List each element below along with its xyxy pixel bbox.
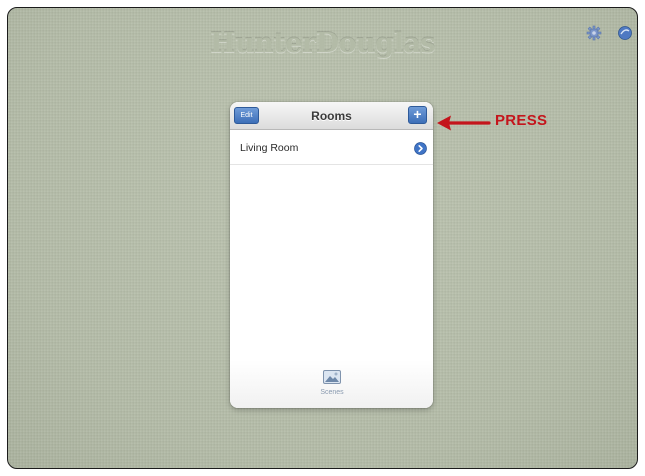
gear-icon[interactable] (586, 25, 602, 41)
room-name: Living Room (240, 142, 299, 154)
scenes-picture-icon (323, 370, 341, 384)
chevron-right-circle-icon[interactable] (414, 142, 427, 155)
arrow-left-icon (437, 115, 491, 131)
brand-logo: HunterDouglas (209, 28, 436, 59)
tab-scenes[interactable]: Scenes (306, 370, 358, 406)
panel-title: Rooms (311, 109, 352, 123)
room-list-item[interactable]: Living Room (230, 131, 433, 165)
add-room-button[interactable]: + (408, 106, 427, 124)
tab-scenes-label: Scenes (320, 389, 344, 396)
panel-header: Edit Rooms + (230, 102, 433, 130)
rooms-panel: Edit Rooms + Living Room Scenes (230, 102, 433, 408)
info-icon[interactable] (617, 25, 633, 41)
press-callout-label: PRESS (495, 112, 548, 129)
ipad-screen: HunterDouglas Edit Rooms + Living Room S… (7, 7, 638, 469)
tab-bar: Scenes (230, 360, 433, 408)
